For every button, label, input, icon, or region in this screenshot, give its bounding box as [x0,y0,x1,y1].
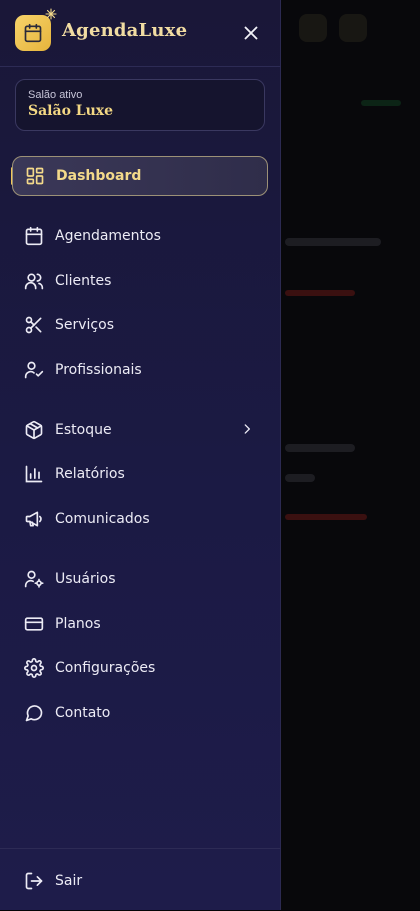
chevron-right-icon [244,424,250,434]
sparkle-icon [45,8,57,20]
sidebar-item-comunicados[interactable]: Comunicados [12,499,268,539]
sidebar-item-planos[interactable]: Planos [12,604,268,644]
logout-label: Sair [55,873,83,889]
sidebar-item-usuarios[interactable]: Usuários [12,559,268,599]
sidebar-item-label: Planos [55,616,101,632]
backdrop-icon [339,14,367,42]
sidebar-drawer: AgendaLuxe Salão ativo Salão Luxe Dashbo… [0,0,281,910]
scissors-icon [24,315,44,335]
credit-card-icon [24,614,44,634]
sidebar-item-label: Comunicados [55,511,150,527]
calendar-icon [24,226,44,246]
bar-chart-icon [24,464,44,484]
close-icon [244,26,258,40]
dashboard-icon [25,166,45,186]
app-backdrop-overlay[interactable] [281,0,420,910]
message-circle-icon [24,703,44,723]
backdrop-text [285,474,315,482]
sidebar-item-label: Dashboard [56,168,142,184]
active-salon-label: Salão ativo [28,89,83,101]
backdrop-text [285,290,355,296]
sidebar-item-label: Usuários [55,571,116,587]
logout-button[interactable]: Sair [12,861,268,901]
user-cog-icon [24,569,44,589]
sidebar-item-label: Relatórios [55,466,125,482]
sidebar-item-relatorios[interactable]: Relatórios [12,454,268,494]
drawer-header: AgendaLuxe [0,0,281,67]
calendar-icon [24,23,42,43]
sidebar-item-profissionais[interactable]: Profissionais [12,350,268,390]
backdrop-icon [299,14,327,42]
drawer-footer: Sair [0,848,281,911]
sidebar-item-label: Configurações [55,660,156,676]
sidebar-item-dashboard[interactable]: Dashboard [12,156,268,196]
users-icon [24,271,44,291]
active-salon-card[interactable]: Salão ativo Salão Luxe [15,79,265,131]
close-button[interactable] [240,22,262,44]
sidebar-item-label: Clientes [55,273,112,289]
sidebar-item-estoque[interactable]: Estoque [12,410,268,450]
backdrop-badge [361,100,401,106]
logout-icon [24,871,44,891]
sidebar-item-label: Contato [55,705,111,721]
active-salon-name: Salão Luxe [28,103,114,119]
backdrop-text [285,514,367,520]
sidebar-item-contato[interactable]: Contato [12,693,268,733]
sidebar-item-label: Profissionais [55,362,142,378]
sidebar-item-agendamentos[interactable]: Agendamentos [12,216,268,256]
sidebar-item-label: Estoque [55,422,112,438]
sidebar-item-label: Serviços [55,317,114,333]
backdrop-text [285,444,355,452]
sidebar-item-label: Agendamentos [55,228,161,244]
brand-name: AgendaLuxe [62,20,188,41]
sidebar-item-configuracoes[interactable]: Configurações [12,648,268,688]
package-icon [24,420,44,440]
gear-icon [24,658,44,678]
backdrop-text [285,238,381,246]
megaphone-icon [24,509,44,529]
sidebar-item-clientes[interactable]: Clientes [12,261,268,301]
logo [15,8,57,51]
sidebar-item-servicos[interactable]: Serviços [12,305,268,345]
user-check-icon [24,360,44,380]
